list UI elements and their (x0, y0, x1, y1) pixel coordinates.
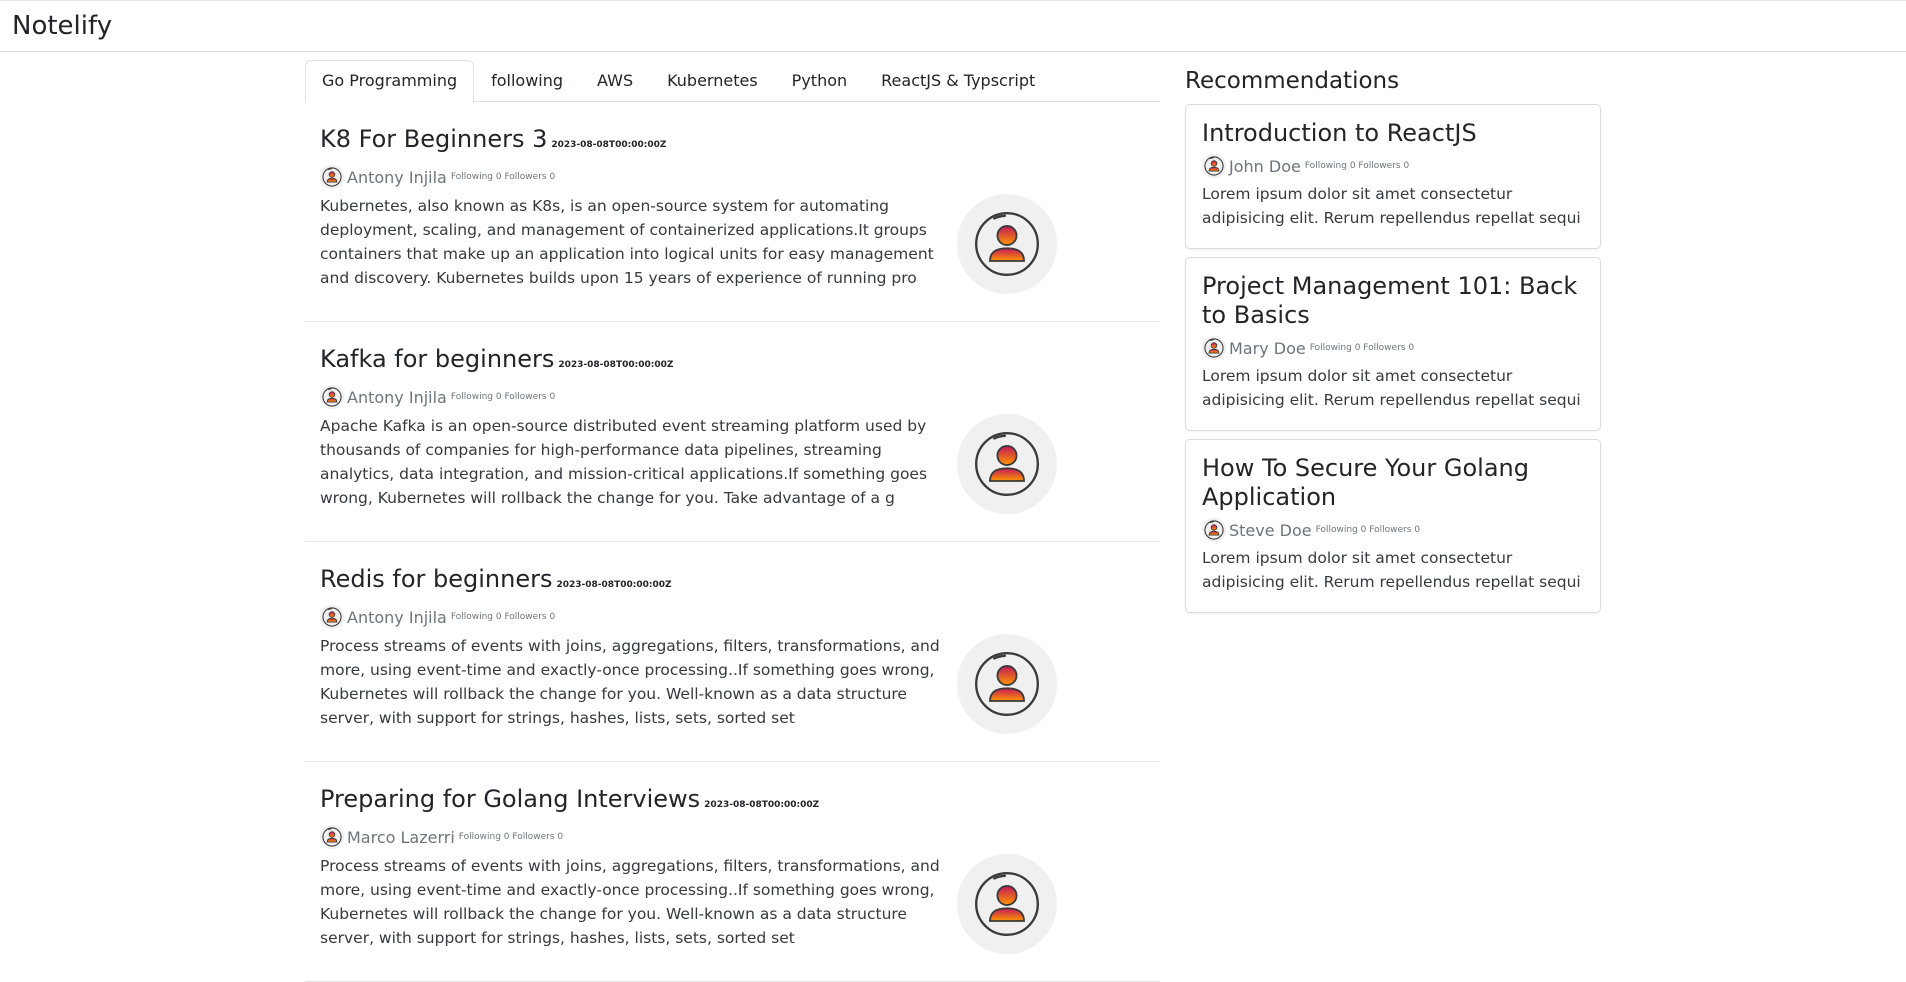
article-title[interactable]: Preparing for Golang Interviews (320, 785, 700, 813)
article-title[interactable]: Kafka for beginners (320, 345, 554, 373)
author-name[interactable]: Antony Injila (347, 168, 447, 187)
author-name[interactable]: Marco Lazerri (347, 828, 455, 847)
article-avatar-icon (957, 634, 1057, 734)
author-avatar-icon (320, 605, 344, 629)
tab-aws[interactable]: AWS (580, 60, 650, 102)
article-avatar-icon (957, 194, 1057, 294)
recommendations-heading: Recommendations (1185, 68, 1400, 94)
tab-kubernetes[interactable]: Kubernetes (650, 60, 775, 102)
recommendations-panel: Recommendations Introduction to ReactJS … (1185, 66, 1601, 621)
article-summary: Apache Kafka is an open-source distribut… (320, 417, 928, 507)
follow-stats: Following 0 Followers 0 (450, 172, 556, 182)
article-summary: Process streams of events with joins, ag… (320, 857, 940, 947)
article-date: 2023-08-08T00:00:00Z (704, 800, 820, 810)
recommendation-title[interactable]: Introduction to ReactJS (1202, 119, 1584, 148)
recommendation-text: Lorem ipsum dolor sit amet consectetur a… (1202, 549, 1581, 591)
recommendation-text: Lorem ipsum dolor sit amet consectetur a… (1202, 185, 1581, 227)
article-title[interactable]: K8 For Beginners 3 (320, 125, 547, 153)
article-avatar-icon (957, 854, 1057, 954)
recommendation-title[interactable]: How To Secure Your Golang Application (1202, 454, 1584, 512)
author-name[interactable]: Mary Doe (1229, 339, 1306, 358)
author-name[interactable]: John Doe (1229, 157, 1301, 176)
author-avatar-icon (1202, 518, 1226, 542)
article-date: 2023-08-08T00:00:00Z (551, 140, 667, 150)
navbar: Notelify (0, 0, 1906, 52)
article-date: 2023-08-08T00:00:00Z (558, 360, 674, 370)
author-avatar-icon (320, 385, 344, 409)
recommendation-card[interactable]: Project Management 101: Back to Basics M… (1185, 257, 1601, 431)
author-name[interactable]: Antony Injila (347, 388, 447, 407)
follow-stats: Following 0 Followers 0 (1315, 525, 1420, 535)
article-title[interactable]: Redis for beginners (320, 565, 553, 593)
article-date: 2023-08-08T00:00:00Z (556, 580, 672, 590)
article-summary: Process streams of events with joins, ag… (320, 637, 940, 727)
recommendation-card[interactable]: Introduction to ReactJS John Doe Followi… (1185, 104, 1601, 249)
recommendation-card[interactable]: How To Secure Your Golang Application St… (1185, 439, 1601, 613)
tab-following[interactable]: following (474, 60, 580, 102)
recommendation-text: Lorem ipsum dolor sit amet consectetur a… (1202, 367, 1581, 409)
follow-stats: Following 0 Followers 0 (458, 832, 564, 842)
follow-stats: Following 0 Followers 0 (450, 392, 556, 402)
follow-stats: Following 0 Followers 0 (1304, 161, 1410, 171)
author-avatar-icon (320, 165, 344, 189)
author-avatar-icon (320, 825, 344, 849)
article-feed: Go Programming following AWS Kubernetes … (305, 60, 1160, 982)
author-name[interactable]: Steve Doe (1229, 521, 1312, 540)
tab-python[interactable]: Python (775, 60, 864, 102)
brand-logo[interactable]: Notelify (12, 11, 112, 41)
article-summary: Kubernetes, also known as K8s, is an ope… (320, 197, 934, 287)
follow-stats: Following 0 Followers 0 (450, 612, 556, 622)
author-avatar-icon (1202, 154, 1226, 178)
article-card[interactable]: Preparing for Golang Interviews 2023-08-0… (305, 762, 1160, 982)
author-avatar-icon (1202, 336, 1226, 360)
topic-tabs: Go Programming following AWS Kubernetes … (305, 60, 1160, 103)
article-avatar-icon (957, 414, 1057, 514)
tab-reactjs-typescript[interactable]: ReactJS & Typscript (864, 60, 1052, 102)
article-card[interactable]: Redis for beginners 2023-08-08T00:00:00Z … (305, 542, 1160, 762)
follow-stats: Following 0 Followers 0 (1309, 343, 1415, 353)
recommendation-title[interactable]: Project Management 101: Back to Basics (1202, 272, 1584, 330)
article-card[interactable]: K8 For Beginners 3 2023-08-08T00:00:00Z A… (305, 102, 1160, 322)
article-card[interactable]: Kafka for beginners 2023-08-08T00:00:00Z … (305, 322, 1160, 542)
tab-go-programming[interactable]: Go Programming (305, 60, 475, 103)
author-name[interactable]: Antony Injila (347, 608, 447, 627)
